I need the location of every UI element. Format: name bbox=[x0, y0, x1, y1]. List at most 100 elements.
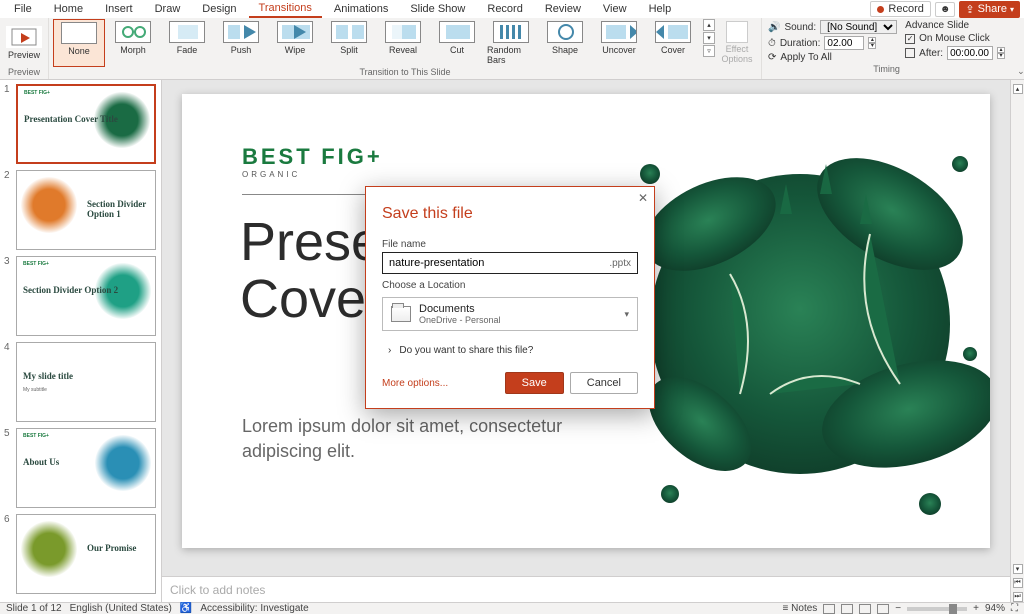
thumb-number: 5 bbox=[4, 428, 12, 508]
view-reading-icon[interactable] bbox=[859, 604, 871, 614]
sound-select[interactable]: [No Sound] bbox=[820, 20, 897, 34]
more-options-link[interactable]: More options... bbox=[382, 378, 448, 389]
transition-random-bars[interactable]: Random Bars bbox=[485, 19, 537, 67]
duration-label: Duration: bbox=[780, 38, 821, 49]
transition-label: Push bbox=[231, 45, 252, 55]
transition-split[interactable]: Split bbox=[323, 19, 375, 67]
transition-push[interactable]: Push bbox=[215, 19, 267, 67]
duration-spin[interactable]: ▴▾ bbox=[868, 37, 876, 49]
share-prompt-row[interactable]: › Do you want to share this file? bbox=[366, 331, 654, 362]
zoom-slider[interactable] bbox=[907, 607, 967, 611]
tab-review[interactable]: Review bbox=[535, 1, 591, 17]
file-ext-label[interactable]: .pptx bbox=[603, 258, 637, 269]
apply-all-icon: ⟳ bbox=[768, 52, 776, 63]
view-normal-icon[interactable] bbox=[823, 604, 835, 614]
on-mouse-click-checkbox[interactable]: ✓ bbox=[905, 34, 915, 44]
next-slide-icon[interactable]: ⏭ bbox=[1013, 592, 1023, 602]
slide-thumbnail[interactable]: BEST FIG+Section Divider Option 2 bbox=[16, 256, 156, 336]
view-sorter-icon[interactable] bbox=[841, 604, 853, 614]
tab-insert[interactable]: Insert bbox=[95, 1, 143, 17]
folder-icon bbox=[391, 306, 411, 322]
location-select[interactable]: Documents OneDrive - Personal ▾ bbox=[382, 297, 638, 331]
slide-thumbnail[interactable]: Section Divider Option 1 bbox=[16, 170, 156, 250]
transition-label: Fade bbox=[177, 45, 198, 55]
scroll-up-icon[interactable]: ▴ bbox=[1013, 84, 1023, 94]
save-file-dialog: ✕ Save this file File name .pptx Choose … bbox=[365, 186, 655, 409]
apply-to-all-button[interactable]: ⟳ Apply To All bbox=[768, 52, 897, 63]
duration-input[interactable] bbox=[824, 36, 864, 50]
fit-to-window-icon[interactable]: ⛶ bbox=[1011, 603, 1018, 614]
gallery-down-icon[interactable]: ▾ bbox=[703, 32, 715, 44]
notes-pane[interactable]: Click to add notes bbox=[162, 576, 1010, 602]
slide-subtitle[interactable]: Lorem ipsum dolor sit amet, consectetur … bbox=[242, 414, 602, 464]
transition-cut[interactable]: Cut bbox=[431, 19, 483, 67]
view-slideshow-icon[interactable] bbox=[877, 604, 889, 614]
tab-record[interactable]: Record bbox=[477, 1, 532, 17]
tab-slide-show[interactable]: Slide Show bbox=[400, 1, 475, 17]
after-input[interactable] bbox=[947, 46, 993, 60]
notes-toggle[interactable]: ≡ Notes bbox=[783, 603, 818, 614]
after-spin[interactable]: ▴▾ bbox=[997, 47, 1005, 59]
notes-placeholder: Click to add notes bbox=[170, 583, 265, 597]
thumb-title: About Us bbox=[23, 457, 59, 467]
scroll-down-icon[interactable]: ▾ bbox=[1013, 564, 1023, 574]
transition-fade[interactable]: Fade bbox=[161, 19, 213, 67]
transition-wipe[interactable]: Wipe bbox=[269, 19, 321, 67]
vertical-scrollbar[interactable]: ▴ ▾ ⏮ ⏭ bbox=[1010, 80, 1024, 602]
transition-cover[interactable]: Cover bbox=[647, 19, 699, 67]
ribbon-collapse-icon[interactable]: ⌄ bbox=[1011, 64, 1024, 79]
tab-animations[interactable]: Animations bbox=[324, 1, 398, 17]
tab-transitions[interactable]: Transitions bbox=[249, 0, 322, 18]
location-label: Choose a Location bbox=[366, 274, 654, 293]
zoom-out-icon[interactable]: − bbox=[895, 603, 901, 614]
slide-thumbnail[interactable]: BEST FIG+About Us bbox=[16, 428, 156, 508]
transition-label: Uncover bbox=[602, 45, 636, 55]
ribbon: Preview Preview NoneMorphFadePushWipeSpl… bbox=[0, 18, 1024, 80]
gallery-up-icon[interactable]: ▴ bbox=[703, 19, 715, 31]
tab-home[interactable]: Home bbox=[44, 1, 93, 17]
tab-help[interactable]: Help bbox=[639, 1, 682, 17]
transition-none[interactable]: None bbox=[53, 19, 105, 67]
save-button[interactable]: Save bbox=[505, 372, 564, 394]
transition-gallery: None Morph Fade Push WipeSplitReveal Cut Rando… bbox=[53, 19, 715, 67]
cancel-button[interactable]: Cancel bbox=[570, 372, 638, 394]
language-status[interactable]: English (United States) bbox=[70, 603, 172, 614]
file-name-input[interactable] bbox=[383, 257, 603, 269]
record-button[interactable]: Record bbox=[870, 1, 930, 17]
transition-icon bbox=[439, 21, 475, 43]
transition-icon bbox=[169, 21, 205, 43]
dialog-close-button[interactable]: ✕ bbox=[638, 191, 648, 205]
gallery-more-icon[interactable]: ▿ bbox=[703, 45, 715, 57]
thumb-number: 1 bbox=[4, 84, 12, 164]
share-button[interactable]: ⇪ Share ▾ bbox=[959, 1, 1020, 18]
tab-file[interactable]: File bbox=[4, 1, 42, 17]
gallery-scroll[interactable]: ▴ ▾ ▿ bbox=[703, 19, 715, 57]
feedback-button[interactable]: ☻ bbox=[935, 2, 956, 17]
transition-reveal[interactable]: Reveal bbox=[377, 19, 429, 67]
transition-uncover[interactable]: Uncover bbox=[593, 19, 645, 67]
after-checkbox[interactable] bbox=[905, 48, 915, 58]
slide-thumbnail-panel[interactable]: 1BEST FIG+Presentation Cover Title2Secti… bbox=[0, 80, 162, 602]
preview-button[interactable]: Preview bbox=[4, 24, 44, 62]
accessibility-status[interactable]: Accessibility: Investigate bbox=[200, 603, 308, 614]
slide-position[interactable]: Slide 1 of 12 bbox=[6, 603, 62, 614]
thumb-sub: My subtitle bbox=[23, 387, 47, 393]
zoom-in-icon[interactable]: + bbox=[973, 603, 979, 614]
transition-icon bbox=[115, 21, 151, 43]
transition-shape[interactable]: Shape bbox=[539, 19, 591, 67]
transition-morph[interactable]: Morph bbox=[107, 19, 159, 67]
transition-label: Random Bars bbox=[487, 45, 535, 65]
tab-view[interactable]: View bbox=[593, 1, 637, 17]
transition-label: Cut bbox=[450, 45, 464, 55]
slide-thumbnail[interactable]: My slide titleMy subtitle bbox=[16, 342, 156, 422]
after-label: After: bbox=[919, 48, 943, 59]
tab-design[interactable]: Design bbox=[192, 1, 246, 17]
file-name-field[interactable]: .pptx bbox=[382, 252, 638, 274]
slide-thumbnail[interactable]: BEST FIG+Presentation Cover Title bbox=[16, 84, 156, 164]
zoom-percent[interactable]: 94% bbox=[985, 603, 1005, 614]
tab-draw[interactable]: Draw bbox=[145, 1, 191, 17]
prev-slide-icon[interactable]: ⏮ bbox=[1013, 578, 1023, 588]
thumb-title: Presentation Cover Title bbox=[24, 114, 118, 124]
transition-label: Morph bbox=[120, 45, 146, 55]
slide-thumbnail[interactable]: Our Promise bbox=[16, 514, 156, 594]
